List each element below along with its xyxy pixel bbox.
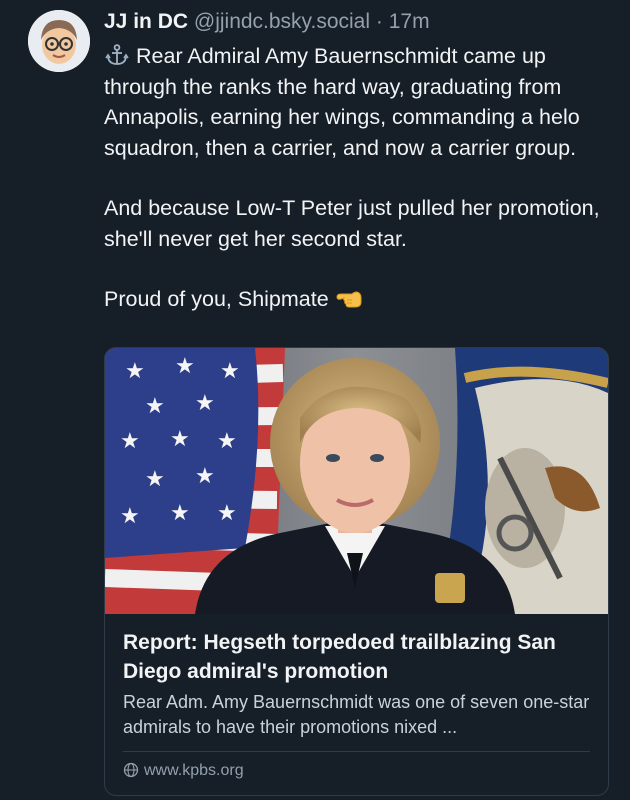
svg-text:★: ★ <box>125 358 145 383</box>
svg-text:★: ★ <box>217 500 237 525</box>
svg-text:★: ★ <box>217 428 237 453</box>
svg-text:★: ★ <box>170 426 190 451</box>
backhand-index-pointing-left-emoji <box>336 291 362 308</box>
svg-text:★: ★ <box>195 463 215 488</box>
svg-text:★: ★ <box>120 503 140 528</box>
svg-text:★: ★ <box>175 353 195 378</box>
paragraph-2: And because Low-T Peter just pulled her … <box>104 196 600 251</box>
paragraph-1-text: Rear Admiral Amy Bauernschmidt came up t… <box>104 44 580 160</box>
domain-text: www.kpbs.org <box>144 762 244 779</box>
svg-text:★: ★ <box>220 358 240 383</box>
post: JJ in DC @jjindc.bsky.social · 17m Rear … <box>0 0 630 800</box>
link-card-domain[interactable]: www.kpbs.org <box>123 762 244 780</box>
svg-text:★: ★ <box>120 428 140 453</box>
svg-text:★: ★ <box>145 393 165 418</box>
link-card-description: Rear Adm. Amy Bauernschmidt was one of s… <box>123 692 590 737</box>
divider <box>123 751 590 752</box>
svg-text:★: ★ <box>170 500 190 525</box>
paragraph-3-text: Proud of you, Shipmate <box>104 287 329 311</box>
link-card-title[interactable]: Report: Hegseth torpedoed trailblazing S… <box>123 628 593 686</box>
author-name[interactable]: JJ in DC <box>104 10 188 33</box>
post-header: JJ in DC @jjindc.bsky.social · 17m <box>104 10 430 34</box>
paragraph-3: Proud of you, Shipmate <box>104 284 604 315</box>
svg-text:★: ★ <box>145 466 165 491</box>
post-timestamp[interactable]: 17m <box>389 10 430 33</box>
anchor-icon <box>105 44 129 65</box>
paragraph-1: Rear Admiral Amy Bauernschmidt came up t… <box>104 41 604 163</box>
globe-icon <box>123 762 139 778</box>
author-handle[interactable]: @jjindc.bsky.social <box>194 10 370 33</box>
link-card-image[interactable]: ★ ★ ★ ★ ★ ★ ★ ★ ★ ★ ★ ★ ★ <box>105 348 608 614</box>
link-card[interactable]: ★ ★ ★ ★ ★ ★ ★ ★ ★ ★ ★ ★ ★ Report: Hegset… <box>104 347 609 796</box>
svg-text:★: ★ <box>195 390 215 415</box>
separator: · <box>375 10 383 33</box>
avatar[interactable] <box>28 10 90 72</box>
post-text: Rear Admiral Amy Bauernschmidt came up t… <box>104 41 604 315</box>
